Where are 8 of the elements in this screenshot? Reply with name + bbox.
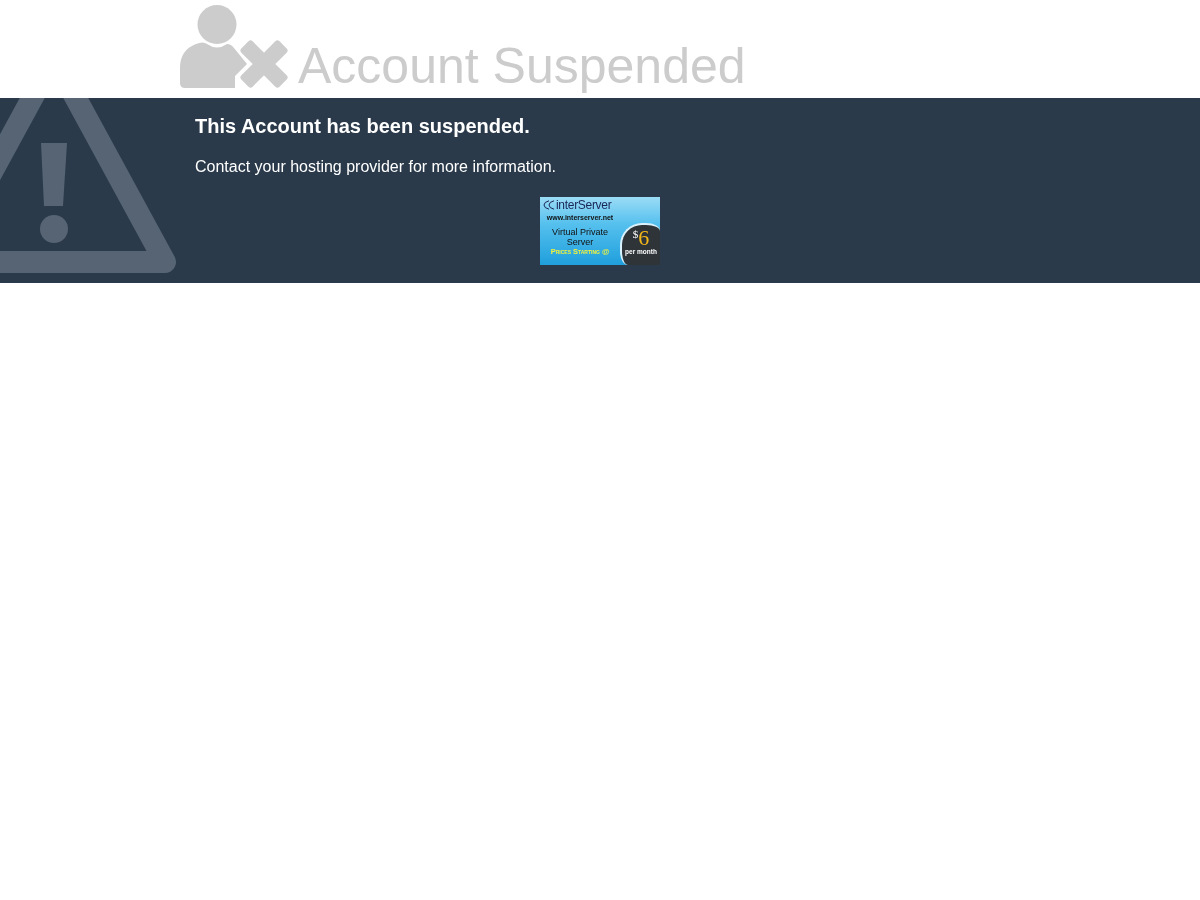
ad-headline: Virtual Private Server [551,228,609,247]
price-amount: 6 [638,228,650,248]
notice-message: Contact your hosting provider for more information. [195,157,558,177]
notice-heading: This Account has been suspended. [195,114,531,138]
currency-sign: $ [632,228,639,240]
brand-name: interServer [556,198,612,212]
swoosh-icon [543,200,555,210]
user-cross-icon [180,4,290,90]
